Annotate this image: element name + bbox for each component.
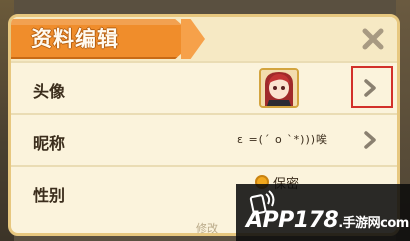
avatar-row[interactable]: 头像: [11, 61, 397, 113]
watermark-sub: .手游网: [338, 216, 381, 231]
watermark-text: APP178.手游网com: [246, 208, 409, 233]
nickname-label: 昵称: [33, 134, 66, 153]
avatar-character-icon: [261, 70, 297, 106]
chevron-right-icon: [364, 79, 376, 97]
close-x-icon: [362, 28, 384, 50]
avatar-arrow-button[interactable]: [359, 77, 381, 99]
close-button[interactable]: [359, 25, 387, 53]
dialog-title: 资料编辑: [31, 27, 119, 51]
chevron-right-icon: [364, 131, 376, 149]
watermark-brand: APP178: [246, 208, 339, 233]
nickname-arrow-button[interactable]: [359, 129, 381, 151]
watermark-url: com: [380, 216, 409, 231]
watermark: APP178.手游网com: [236, 184, 410, 241]
avatar[interactable]: [259, 68, 299, 108]
footer-hint: 修改: [196, 222, 218, 235]
nickname-row[interactable]: 昵称 ε =(´ ο `*)))唉: [11, 113, 397, 165]
nickname-value: ε =(´ ο `*)))唉: [237, 133, 329, 146]
avatar-label: 头像: [33, 82, 66, 101]
gender-label: 性别: [33, 186, 66, 205]
